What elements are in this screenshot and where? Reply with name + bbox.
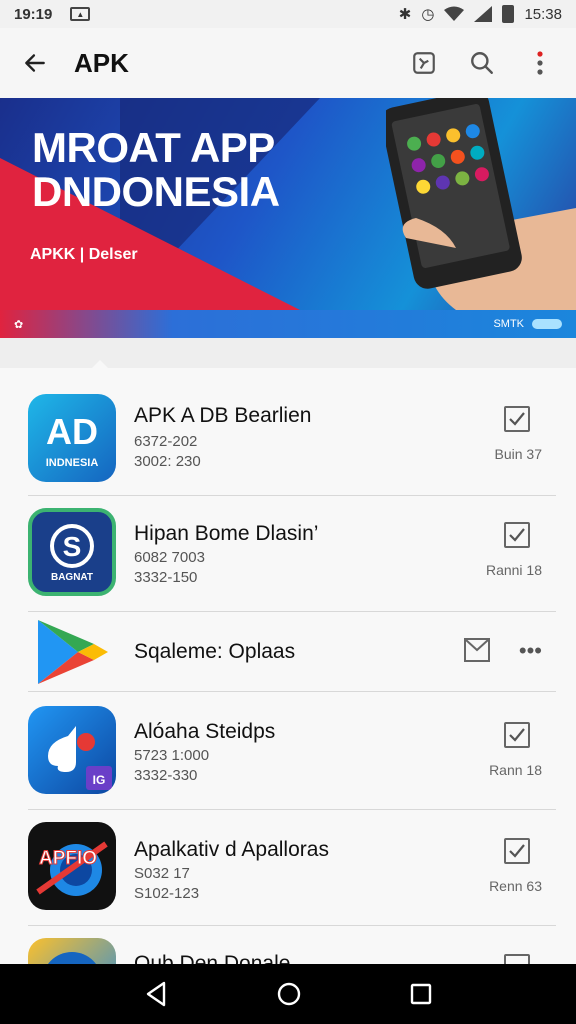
- page-title: APK: [74, 47, 129, 78]
- status-clock-right: 15:38: [524, 5, 562, 23]
- download-checkbox[interactable]: [504, 406, 530, 432]
- mail-icon: [465, 639, 489, 652]
- app-icon-oub: [28, 938, 116, 964]
- back-arrow-icon: [25, 54, 45, 72]
- status-bar: 19:19 ▲ ✱ ◷ 15:38: [0, 0, 576, 28]
- app-meta-2: 3332-330: [134, 767, 198, 784]
- app-name: Oub Den Donale: [134, 952, 291, 964]
- svg-text:INDNESIA: INDNESIA: [46, 457, 99, 469]
- ad-logo-icon: AD INDNESIA: [46, 411, 99, 469]
- app-name: APK A DB Bearlien: [134, 404, 312, 427]
- list-item[interactable]: AD INDNESIA APK A DB Bearlien 6372-202 3…: [0, 368, 576, 496]
- svg-text:BAGNAT: BAGNAT: [51, 572, 93, 583]
- banner-strip-text: SMTK: [493, 318, 524, 330]
- app-name: Alóaha Steidps: [134, 720, 276, 743]
- app-meta-1: 6082 7003: [134, 549, 205, 566]
- app-meta-1: 6372-202: [134, 433, 198, 450]
- settings-gear-icon: ✿: [14, 318, 24, 331]
- app-status: Ranni 18: [485, 562, 542, 578]
- signal-icon: [474, 6, 493, 22]
- more-horizontal-icon[interactable]: •••: [519, 638, 542, 664]
- app-list: AD INDNESIA APK A DB Bearlien 6372-202 3…: [0, 368, 576, 964]
- search-icon: [471, 52, 493, 74]
- back-button[interactable]: [0, 28, 70, 98]
- share-button[interactable]: [398, 37, 450, 89]
- phone-in-hand-illustration: [386, 98, 576, 310]
- nav-back-icon[interactable]: [144, 981, 168, 1007]
- list-item[interactable]: Sqaleme: Oplaas •••: [0, 612, 576, 692]
- alarm-icon: ◷: [421, 6, 435, 23]
- app-meta-1: S032 17: [134, 865, 190, 882]
- status-icons: ✱ ◷ 15:38: [399, 5, 562, 23]
- share-box-icon: [413, 52, 435, 74]
- app-name: Hipan Bome Dlasin’: [134, 522, 319, 545]
- app-icon-apk-ad: AD INDNESIA: [28, 394, 116, 482]
- banner-toggle[interactable]: [532, 319, 562, 329]
- check-icon: [509, 728, 525, 742]
- list-item[interactable]: S BAGNAT Hipan Bome Dlasin’ 6082 7003 33…: [0, 496, 576, 612]
- play-store-icon: [38, 620, 108, 684]
- app-meta-2: 3332-150: [134, 569, 198, 586]
- circle-logo-icon: [48, 952, 96, 964]
- overflow-menu-icon: [537, 51, 543, 75]
- list-item[interactable]: IG Alóaha Steidps 5723 1:000 3332-330 Ra…: [0, 692, 576, 810]
- download-checkbox[interactable]: [504, 522, 530, 548]
- check-icon: [509, 412, 525, 426]
- app-icon-aloaha: IG: [28, 706, 116, 794]
- svg-text:S: S: [63, 531, 82, 562]
- app-meta-2: S102-123: [134, 885, 200, 902]
- app-name: Apalkativ d Apalloras: [134, 838, 329, 861]
- list-item[interactable]: APFIO Apalkativ d Apalloras S032 17 S102…: [0, 810, 576, 926]
- app-icon-apalkativ: APFIO: [28, 822, 116, 910]
- download-checkbox[interactable]: [504, 838, 530, 864]
- banner-strip: ✿ SMTK: [0, 310, 576, 338]
- list-item[interactable]: Oub Den Donale: [0, 926, 576, 964]
- app-icon-hipan: S BAGNAT: [28, 508, 116, 596]
- more-options-button[interactable]: [514, 37, 566, 89]
- download-checkbox[interactable]: [504, 722, 530, 748]
- mail-button[interactable]: [464, 638, 490, 662]
- check-icon: [509, 844, 525, 858]
- app-bar-actions: [398, 37, 576, 89]
- nav-recents-icon[interactable]: [410, 983, 432, 1005]
- app-bar: APK: [0, 28, 576, 98]
- app-meta-2: 3002: 230: [134, 453, 201, 470]
- nav-home-icon[interactable]: [276, 981, 302, 1007]
- promo-banner[interactable]: MROAT APP DNDONESIA APKK | Delser: [0, 98, 576, 310]
- battery-icon: [502, 5, 515, 23]
- banner-subtitle: APKK | Delser: [30, 246, 138, 263]
- app-status: Renn 63: [489, 878, 542, 894]
- banner-strip-right: SMTK: [493, 318, 562, 330]
- s-logo-icon: S BAGNAT: [50, 524, 94, 583]
- apfio-logo-icon: APFIO: [36, 841, 108, 896]
- banner-headline-line2: DNDONESIA: [32, 168, 280, 216]
- wifi-icon: [444, 6, 465, 21]
- app-status: Rann 18: [489, 762, 542, 778]
- app-status: Buin 37: [494, 446, 542, 462]
- photo-notification-icon: ▲: [70, 7, 91, 21]
- svg-text:APFIO: APFIO: [39, 848, 97, 869]
- app-name: Sqaleme: Oplaas: [134, 640, 296, 663]
- check-icon: [509, 528, 525, 542]
- banner-headline: MROAT APP DNDONESIA: [32, 124, 280, 216]
- svg-text:AD: AD: [46, 411, 98, 452]
- bluetooth-icon: ✱: [398, 6, 412, 23]
- music-note-logo-icon: IG: [48, 726, 112, 790]
- status-time: 19:19: [14, 5, 53, 23]
- download-checkbox[interactable]: [504, 954, 530, 964]
- search-button[interactable]: [456, 37, 508, 89]
- banner-headline-line1: MROAT APP: [32, 124, 275, 171]
- svg-text:IG: IG: [93, 773, 106, 787]
- app-meta-1: 5723 1:000: [134, 747, 210, 764]
- system-nav-bar: [0, 964, 576, 1024]
